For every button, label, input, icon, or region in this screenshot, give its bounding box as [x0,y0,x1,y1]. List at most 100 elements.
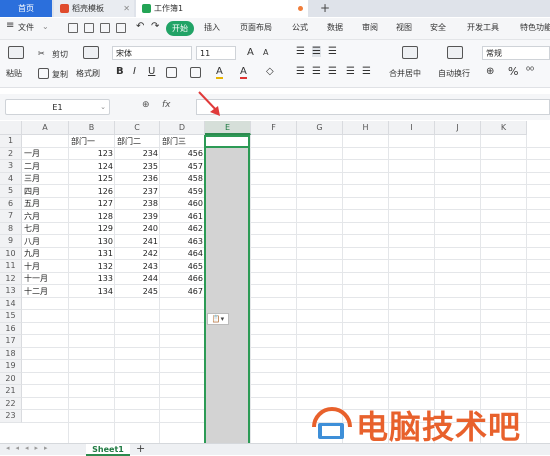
font-shrink-icon[interactable]: A [263,48,268,57]
row-header-22[interactable]: 22 [0,397,22,410]
redo-icon[interactable]: ↷ [151,21,159,32]
value-cell[interactable]: 127 [69,198,115,211]
copy-button[interactable]: 复制 [52,69,68,80]
chevron-down-icon[interactable]: ⌄ [100,103,106,111]
italic-icon[interactable]: I [133,66,136,77]
row-header-17[interactable]: 17 [0,335,22,348]
value-cell[interactable]: 244 [115,273,160,286]
paste-options-icon[interactable]: 📋▾ [207,313,229,325]
value-cell[interactable]: 234 [115,148,160,161]
menu-review[interactable]: 审阅 [362,22,378,33]
row-header-13[interactable]: 13 [0,285,22,298]
month-cell[interactable]: 十月 [22,260,69,273]
value-cell[interactable]: 467 [160,285,205,298]
value-cell[interactable]: 458 [160,173,205,186]
sheet-nav-arrows-icon[interactable]: ◂◂◂▸▸ [6,444,54,452]
month-cell[interactable]: 十一月 [22,273,69,286]
distribute-icon[interactable]: ☰ [362,66,371,77]
value-cell[interactable]: 128 [69,210,115,223]
new-tab-button[interactable]: + [320,1,330,15]
bold-icon[interactable]: B [116,66,124,77]
scissors-icon[interactable]: ✂ [38,49,45,58]
align-middle-icon[interactable]: ☰ [312,46,321,57]
selected-column-e[interactable] [204,135,250,443]
align-bottom-icon[interactable]: ☰ [328,46,337,57]
menu-page-layout[interactable]: 页面布局 [240,22,272,33]
row-header-11[interactable]: 11 [0,260,22,273]
value-cell[interactable]: 124 [69,160,115,173]
value-cell[interactable]: 460 [160,198,205,211]
row-header-9[interactable]: 9 [0,235,22,248]
value-cell[interactable]: 241 [115,235,160,248]
add-sheet-button[interactable]: + [136,442,145,455]
hamburger-icon[interactable]: ≡ [6,20,14,31]
zoom-search-icon[interactable]: ⊕ [142,100,150,110]
value-cell[interactable]: 243 [115,260,160,273]
row-header-10[interactable]: 10 [0,247,22,260]
menu-file[interactable]: 文件 [18,22,34,33]
value-cell[interactable]: 132 [69,260,115,273]
eraser-icon[interactable]: ◇ [266,66,274,77]
menu-insert[interactable]: 插入 [204,22,220,33]
column-header-i[interactable]: I [389,121,435,135]
value-cell[interactable]: 456 [160,148,205,161]
print-preview-icon[interactable] [116,23,126,33]
table-header-cell[interactable]: 部门三 [160,135,205,148]
sheet-tab-sheet1[interactable]: Sheet1 [86,444,130,456]
value-cell[interactable]: 134 [69,285,115,298]
align-right-icon[interactable]: ☰ [328,66,337,77]
cut-button[interactable]: 剪切 [52,49,68,60]
merge-center-icon[interactable] [402,46,418,59]
row-header-15[interactable]: 15 [0,310,22,323]
row-header-21[interactable]: 21 [0,385,22,398]
value-cell[interactable]: 238 [115,198,160,211]
thousands-icon[interactable]: ⁰⁰ [526,66,534,77]
value-cell[interactable]: 466 [160,273,205,286]
font-name-select[interactable]: 宋体 [112,46,192,60]
month-cell[interactable]: 二月 [22,160,69,173]
row-header-8[interactable]: 8 [0,222,22,235]
row-header-12[interactable]: 12 [0,272,22,285]
menu-security[interactable]: 安全 [430,22,446,33]
month-cell[interactable]: 五月 [22,198,69,211]
menu-view[interactable]: 视图 [396,22,412,33]
fx-icon[interactable]: fx [162,100,171,110]
month-cell[interactable]: 九月 [22,248,69,261]
value-cell[interactable]: 239 [115,210,160,223]
font-color-icon[interactable]: A [240,66,247,79]
value-cell[interactable]: 125 [69,173,115,186]
number-format-select[interactable]: 常规 [482,46,550,60]
value-cell[interactable]: 131 [69,248,115,261]
wrap-text-button[interactable]: 自动换行 [438,68,470,79]
select-all-corner[interactable] [0,121,22,135]
table-header-cell[interactable]: 部门一 [69,135,115,148]
column-header-c[interactable]: C [115,121,160,135]
name-box[interactable]: E1 ⌄ [5,99,110,115]
value-cell[interactable]: 126 [69,185,115,198]
value-cell[interactable]: 123 [69,148,115,161]
value-cell[interactable]: 462 [160,223,205,236]
month-cell[interactable]: 六月 [22,210,69,223]
value-cell[interactable]: 133 [69,273,115,286]
align-center-icon[interactable]: ☰ [312,66,321,77]
highlight-icon[interactable]: A [216,66,223,79]
row-header-20[interactable]: 20 [0,372,22,385]
row-header-14[interactable]: 14 [0,297,22,310]
month-cell[interactable]: 七月 [22,223,69,236]
column-header-j[interactable]: J [435,121,481,135]
border-icon[interactable] [166,67,177,78]
merge-center-button[interactable]: 合并居中 [389,68,421,79]
justify-icon[interactable]: ☰ [346,66,355,77]
copy-icon[interactable] [38,68,49,79]
value-cell[interactable]: 129 [69,223,115,236]
currency-icon[interactable]: ⊕ [486,66,494,77]
row-header-19[interactable]: 19 [0,360,22,373]
unsaved-dot-icon[interactable] [298,6,303,11]
tab-workbook[interactable]: 工作簿1 [136,0,308,17]
column-header-d[interactable]: D [160,121,205,135]
value-cell[interactable]: 457 [160,160,205,173]
column-header-f[interactable]: F [251,121,297,135]
column-header-b[interactable]: B [69,121,115,135]
row-header-2[interactable]: 2 [0,147,22,160]
save-icon[interactable] [68,23,78,33]
